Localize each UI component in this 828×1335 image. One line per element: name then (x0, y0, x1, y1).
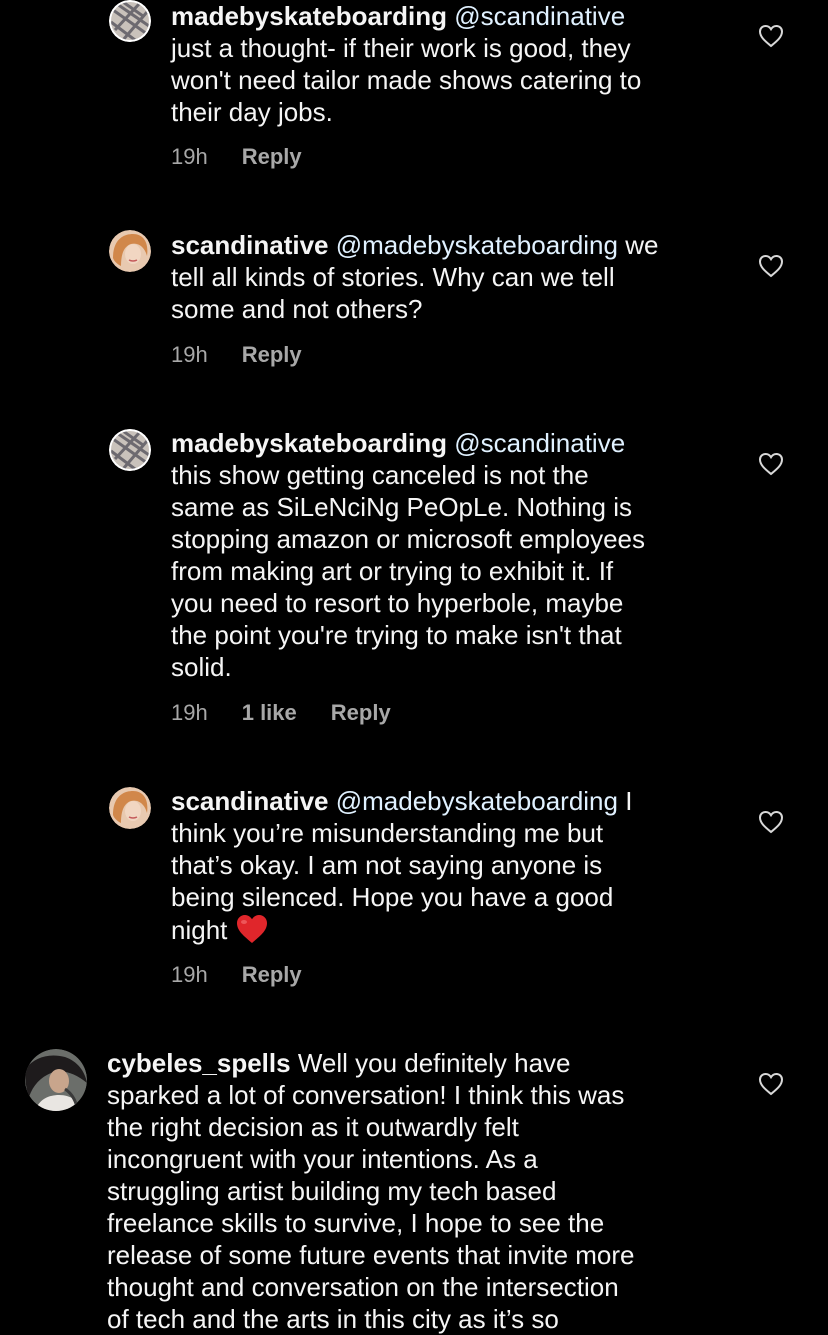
avatar-scandinative (109, 787, 151, 829)
comment-line: the point you're trying to make isn't th… (171, 620, 622, 650)
heart-outline-icon (758, 254, 784, 278)
heart-outline-icon (758, 452, 784, 476)
comment-text: cybeles_spells Well you definitely have … (107, 1047, 727, 1335)
reply-button[interactable]: Reply (242, 961, 302, 989)
comment-line: stopping amazon or microsoft employees (171, 524, 646, 554)
comment-line: won't need tailor made shows catering to (171, 65, 642, 95)
comment-line: the right decision as it outwardly felt (107, 1112, 519, 1142)
comment-line: this show getting canceled is not the (171, 460, 589, 490)
comment-line: Well you definitely have (297, 1048, 571, 1078)
like-button[interactable] (758, 254, 784, 278)
avatar[interactable] (109, 0, 151, 42)
comment-line: incongruent with your intentions. As a (107, 1144, 538, 1174)
reply-button[interactable]: Reply (331, 699, 391, 727)
comment-time: 19h (171, 144, 208, 169)
comment-time: 19h (171, 962, 208, 987)
comment-line: their day jobs. (171, 97, 333, 127)
like-button[interactable] (758, 810, 784, 834)
comment-line: being silenced. Hope you have a good (171, 882, 614, 912)
comment-line: that’s okay. I am not saying anyone is (171, 850, 603, 880)
comment-line: of tech and the arts in this city as it’… (107, 1304, 559, 1334)
reply-button[interactable]: Reply (242, 341, 302, 369)
like-button[interactable] (758, 24, 784, 48)
comment-line: think you’re misunderstanding me but (171, 818, 604, 848)
like-button[interactable] (758, 1072, 784, 1096)
comment-mention[interactable]: @madebyskateboarding (336, 786, 618, 816)
comment-mention[interactable]: @madebyskateboarding (336, 230, 618, 260)
avatar-madebyskateboarding (109, 429, 151, 471)
comment-username[interactable]: scandinative (171, 230, 329, 260)
comment-line: from making art or trying to exhibit it.… (171, 556, 614, 586)
like-button[interactable] (758, 452, 784, 476)
comment-line: some and not others? (171, 294, 423, 324)
comment-line: release of some future events that invit… (107, 1240, 635, 1270)
comment-meta: 19h 1 like Reply (171, 699, 425, 727)
comment-line: freelance skills to survive, I hope to s… (107, 1208, 605, 1238)
comment-mention[interactable]: @scandinative (454, 1, 625, 31)
comment-line: same as SiLeNciNg PeOpLe. Nothing is (171, 492, 633, 522)
avatar[interactable] (25, 1049, 87, 1111)
comment-line: thought and conversation on the intersec… (107, 1272, 619, 1302)
comment-username[interactable]: madebyskateboarding (171, 428, 447, 458)
heart-outline-icon (758, 1072, 784, 1096)
avatar-madebyskateboarding (109, 0, 151, 42)
comment-line: sparked a lot of conversation! I think t… (107, 1080, 625, 1110)
comment-line: you need to resort to hyperbole, maybe (171, 588, 624, 618)
avatar-scandinative (109, 230, 151, 272)
comment-line: night (171, 915, 228, 945)
heart-outline-icon (758, 24, 784, 48)
like-count[interactable]: 1 like (242, 699, 297, 727)
comment-time: 19h (171, 342, 208, 367)
comment-time: 19h (171, 700, 208, 725)
comment-meta: 19h Reply (171, 341, 336, 369)
comment-text: scandinative @madebyskateboarding we tel… (171, 229, 731, 325)
comment-line: just a thought- if their work is good, t… (171, 33, 631, 63)
comment-meta: 19h Reply (171, 961, 336, 989)
avatar[interactable] (109, 429, 151, 471)
avatar-cybeles-spells (25, 1049, 87, 1111)
red-heart-icon (236, 915, 267, 943)
comment-username[interactable]: madebyskateboarding (171, 1, 447, 31)
comment-username[interactable]: scandinative (171, 786, 329, 816)
comment-line: I (625, 786, 633, 816)
comment-mention[interactable]: @scandinative (454, 428, 625, 458)
comment-username[interactable]: cybeles_spells (107, 1048, 291, 1078)
comment-text: scandinative @madebyskateboarding I thin… (171, 785, 731, 946)
comment-text: madebyskateboarding @scandinative just a… (171, 0, 731, 128)
comment-line: tell all kinds of stories. Why can we te… (171, 262, 615, 292)
comment-line: we (625, 230, 659, 260)
red-heart-emoji (235, 913, 269, 945)
comment-text: madebyskateboarding @scandinative this s… (171, 427, 731, 683)
comment-meta: 19h Reply (171, 143, 336, 171)
comment-line: solid. (171, 652, 232, 682)
avatar[interactable] (109, 787, 151, 829)
reply-button[interactable]: Reply (242, 143, 302, 171)
avatar[interactable] (109, 230, 151, 272)
heart-outline-icon (758, 810, 784, 834)
comment-line: struggling artist building my tech based (107, 1176, 557, 1206)
